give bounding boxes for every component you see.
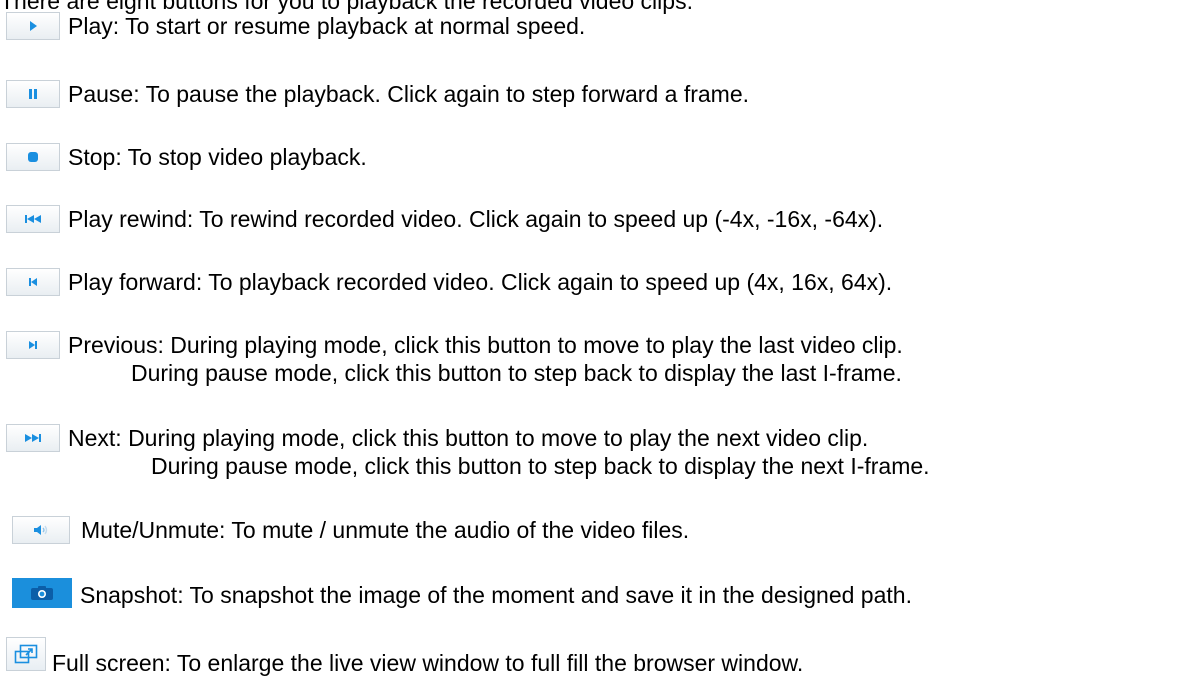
- snapshot-description: Snapshot: To snapshot the image of the m…: [80, 582, 912, 608]
- previous-button[interactable]: [6, 331, 60, 359]
- forward-description: Play forward: To playback recorded video…: [68, 269, 893, 295]
- pause-description: Pause: To pause the playback. Click agai…: [68, 81, 750, 107]
- fullscreen-icon: [14, 644, 38, 664]
- mute-button[interactable]: [12, 516, 70, 544]
- previous-description: Previous: During playing mode, click thi…: [68, 332, 903, 358]
- previous-description-continued: During pause mode, click this button to …: [131, 360, 902, 386]
- next-description: Next: During playing mode, click this bu…: [68, 425, 869, 451]
- previous-icon: [29, 341, 37, 349]
- play-description: Play: To start or resume playback at nor…: [68, 13, 586, 39]
- next-icon: [25, 434, 41, 442]
- play-button[interactable]: [6, 12, 60, 40]
- speaker-icon: [34, 525, 48, 535]
- intro-text: There are eight buttons for you to playb…: [0, 0, 693, 14]
- fullscreen-description: Full screen: To enlarge the live view wi…: [52, 650, 804, 676]
- stop-button[interactable]: [6, 143, 60, 171]
- forward-icon: [29, 278, 37, 286]
- rewind-description: Play rewind: To rewind recorded video. C…: [68, 206, 884, 232]
- rewind-icon: [25, 215, 41, 223]
- next-button[interactable]: [6, 424, 60, 452]
- play-icon: [30, 21, 37, 31]
- next-description-continued: During pause mode, click this button to …: [151, 453, 930, 479]
- snapshot-button[interactable]: [12, 578, 72, 608]
- forward-button[interactable]: [6, 268, 60, 296]
- rewind-button[interactable]: [6, 205, 60, 233]
- pause-button[interactable]: [6, 80, 60, 108]
- camera-icon: [31, 586, 53, 600]
- stop-description: Stop: To stop video playback.: [68, 144, 367, 170]
- pause-icon: [29, 89, 37, 99]
- fullscreen-button[interactable]: [6, 637, 46, 671]
- mute-description: Mute/Unmute: To mute / unmute the audio …: [81, 517, 690, 543]
- stop-icon: [28, 152, 38, 162]
